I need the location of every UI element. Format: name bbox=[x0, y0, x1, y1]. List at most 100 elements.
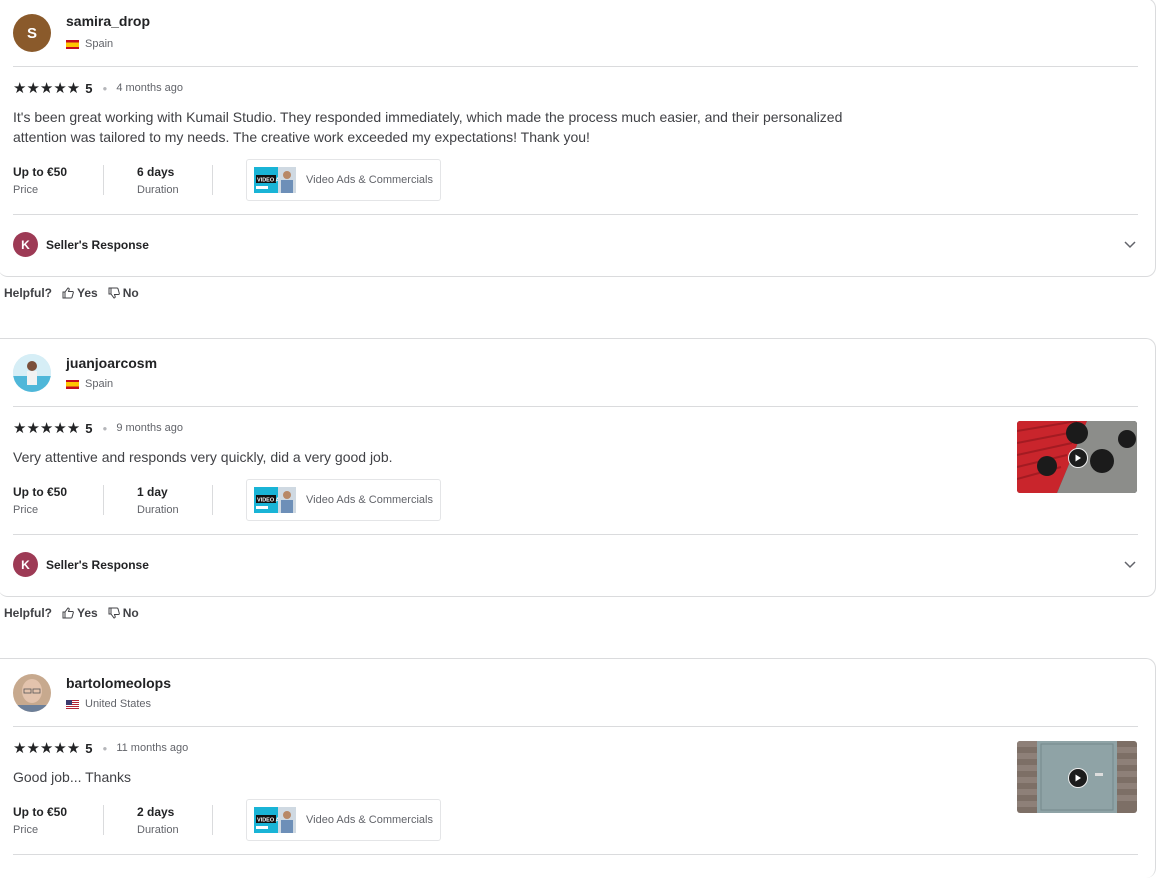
separator-dot: ● bbox=[102, 83, 108, 93]
country-label: Spain bbox=[85, 378, 114, 390]
gig-thumbnail: VIDEO ADS bbox=[254, 167, 296, 193]
us-flag-icon bbox=[66, 699, 79, 709]
yes-label: Yes bbox=[77, 286, 98, 300]
play-icon[interactable] bbox=[1068, 768, 1088, 788]
reviewer-country: Spain bbox=[66, 378, 113, 390]
seller-response-label: Seller's Response bbox=[46, 237, 149, 252]
duration-label: Duration bbox=[137, 823, 179, 836]
duration-value: 6 days bbox=[137, 164, 175, 179]
duration-block: 2 days Duration bbox=[104, 804, 212, 836]
meta-divider bbox=[212, 485, 213, 515]
gig-thumbnail: VIDEO ADS bbox=[254, 807, 296, 833]
no-label: No bbox=[122, 606, 139, 620]
gig-chip[interactable]: VIDEO ADS Video Ads & Commercials bbox=[246, 799, 441, 841]
helpful-no-button[interactable]: No bbox=[108, 286, 139, 300]
price-value: Up to €50 bbox=[13, 164, 68, 179]
review-time: 4 months ago bbox=[116, 82, 183, 94]
review-text-line: Good job... Thanks bbox=[13, 769, 132, 785]
gig-title: Video Ads & Commercials bbox=[306, 174, 433, 186]
divider bbox=[13, 66, 1138, 67]
price-value: Up to €50 bbox=[13, 484, 68, 499]
seller-response-label: Seller's Response bbox=[46, 557, 149, 572]
user-avatar[interactable]: S bbox=[13, 14, 51, 52]
divider bbox=[13, 406, 1138, 407]
reviewer-country: Spain bbox=[66, 38, 113, 50]
seller-avatar: K bbox=[13, 552, 38, 577]
price-block: Up to €50 Price bbox=[13, 804, 103, 836]
helpful-row: Helpful? Yes No bbox=[4, 606, 139, 620]
review-time: 9 months ago bbox=[116, 422, 183, 434]
order-meta: Up to €50 Price 1 day Duration VIDEO ADS bbox=[13, 478, 441, 522]
helpful-label: Helpful? bbox=[4, 606, 52, 620]
chevron-down-icon[interactable] bbox=[1122, 558, 1138, 572]
duration-block: 6 days Duration bbox=[104, 164, 212, 196]
duration-value: 2 days bbox=[137, 804, 175, 819]
review-card: juanjoarcosm Spain ★★★★★ 5 ● 9 months ag… bbox=[0, 338, 1156, 597]
review-video-thumbnail[interactable] bbox=[1017, 741, 1137, 813]
spain-flag-icon bbox=[66, 39, 79, 49]
gig-title: Video Ads & Commercials bbox=[306, 814, 433, 826]
chevron-down-icon[interactable] bbox=[1122, 238, 1138, 252]
review-text-line: Very attentive and responds very quickly… bbox=[13, 449, 393, 465]
review-text: Very attentive and responds very quickly… bbox=[13, 447, 893, 467]
thumbs-up-icon bbox=[62, 287, 74, 299]
helpful-label: Helpful? bbox=[4, 286, 52, 300]
reviewer-username[interactable]: juanjoarcosm bbox=[66, 355, 157, 371]
meta-divider bbox=[212, 165, 213, 195]
price-label: Price bbox=[13, 823, 39, 836]
star-rating-icons: ★★★★★ bbox=[13, 80, 81, 97]
order-meta: Up to €50 Price 6 days Duration VIDEO AD… bbox=[13, 158, 441, 202]
helpful-yes-button[interactable]: Yes bbox=[62, 606, 98, 620]
reviewer-username[interactable]: bartolomeolops bbox=[66, 675, 171, 691]
rating-value: 5 bbox=[85, 740, 93, 756]
star-rating-icons: ★★★★★ bbox=[13, 740, 81, 757]
gig-chip[interactable]: VIDEO ADS Video Ads & Commercials bbox=[246, 479, 441, 521]
price-block: Up to €50 Price bbox=[13, 164, 103, 196]
helpful-no-button[interactable]: No bbox=[108, 606, 139, 620]
divider bbox=[13, 214, 1138, 215]
country-label: United States bbox=[85, 698, 152, 710]
yes-label: Yes bbox=[77, 606, 98, 620]
review-card: bartolomeolops United States ★★★★★ 5 ● 1… bbox=[0, 658, 1156, 878]
reviewer-username[interactable]: samira_drop bbox=[66, 13, 150, 29]
no-label: No bbox=[122, 286, 139, 300]
meta-divider bbox=[212, 805, 213, 835]
helpful-yes-button[interactable]: Yes bbox=[62, 286, 98, 300]
thumbs-up-icon bbox=[62, 607, 74, 619]
review-text-line: attention was tailored to my needs. The … bbox=[13, 129, 590, 145]
review-text: It's been great working with Kumail Stud… bbox=[13, 107, 893, 147]
spain-flag-icon bbox=[66, 379, 79, 389]
seller-response-toggle[interactable]: K Seller's Response bbox=[13, 552, 1138, 577]
price-block: Up to €50 Price bbox=[13, 484, 103, 516]
country-label: Spain bbox=[85, 38, 114, 50]
gig-title: Video Ads & Commercials bbox=[306, 494, 433, 506]
seller-response-toggle[interactable]: K Seller's Response bbox=[13, 232, 1138, 257]
play-icon[interactable] bbox=[1068, 448, 1088, 468]
gig-chip[interactable]: VIDEO ADS Video Ads & Commercials bbox=[246, 159, 441, 201]
user-avatar[interactable] bbox=[13, 354, 51, 392]
duration-label: Duration bbox=[137, 183, 179, 196]
divider bbox=[13, 854, 1138, 855]
duration-block: 1 day Duration bbox=[104, 484, 212, 516]
review-card: S samira_drop Spain ★★★★★ 5 ● 4 months a… bbox=[0, 0, 1156, 277]
order-meta: Up to €50 Price 2 days Duration VIDEO AD… bbox=[13, 798, 441, 842]
rating-row: ★★★★★ 5 ● 11 months ago bbox=[13, 739, 188, 757]
review-text-line: It's been great working with Kumail Stud… bbox=[13, 109, 843, 125]
star-rating-icons: ★★★★★ bbox=[13, 420, 81, 437]
duration-value: 1 day bbox=[137, 484, 168, 499]
review-text: Good job... Thanks bbox=[13, 767, 893, 787]
separator-dot: ● bbox=[102, 423, 108, 433]
gig-thumbnail: VIDEO ADS bbox=[254, 487, 296, 513]
rating-value: 5 bbox=[85, 420, 93, 436]
rating-row: ★★★★★ 5 ● 4 months ago bbox=[13, 79, 183, 97]
divider bbox=[13, 726, 1138, 727]
divider bbox=[13, 534, 1138, 535]
duration-label: Duration bbox=[137, 503, 179, 516]
price-value: Up to €50 bbox=[13, 804, 68, 819]
rating-row: ★★★★★ 5 ● 9 months ago bbox=[13, 419, 183, 437]
helpful-row: Helpful? Yes No bbox=[4, 286, 139, 300]
reviewer-country: United States bbox=[66, 698, 151, 710]
review-video-thumbnail[interactable] bbox=[1017, 421, 1137, 493]
user-avatar[interactable] bbox=[13, 674, 51, 712]
thumbs-down-icon bbox=[108, 607, 120, 619]
